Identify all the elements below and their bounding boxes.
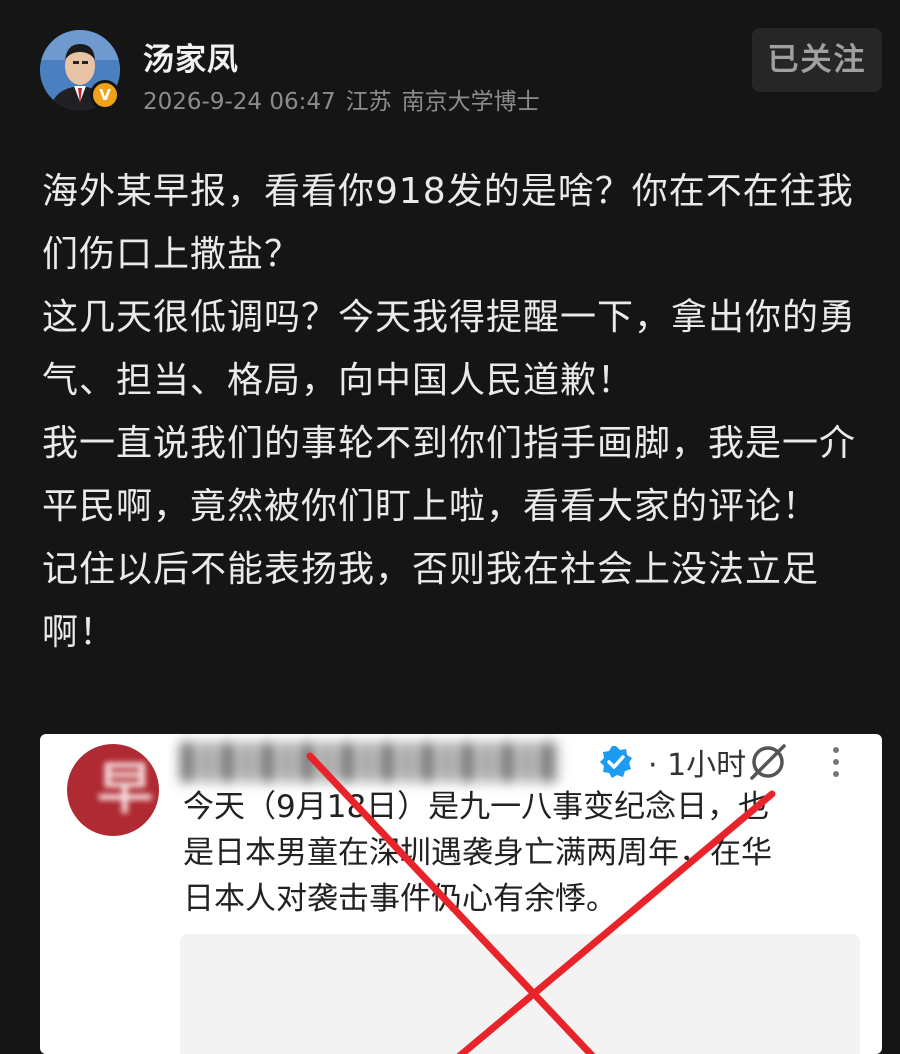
quoted-avatar: 早 (67, 744, 159, 836)
post-meta: 2026-9-24 06:47 江苏 南京大学博士 (143, 82, 550, 116)
quoted-avatar-glyph: 早 (97, 757, 153, 822)
verified-check-icon (600, 746, 632, 778)
follow-button[interactable]: 已关注 (752, 28, 882, 92)
quoted-time: · 1小时 (648, 748, 747, 783)
quoted-media (180, 934, 860, 1054)
post-paragraph: 这几天很低调吗？今天我得提醒一下，拿出你的勇气、担当、格局，向中国人民道歉！ (42, 297, 857, 401)
more-vertical-icon[interactable] (824, 740, 848, 784)
post-body: 海外某早报，看看你918发的是啥？你在不在往我们伤口上撒盐？ 这几天很低调吗？今… (42, 160, 868, 664)
post-paragraph: 我一直说我们的事轮不到你们指手画脚，我是一介平民啊，竟然被你们盯上啦，看看大家的… (42, 423, 857, 527)
verified-badge: V (90, 80, 120, 110)
author-name[interactable]: 汤家凤 (143, 34, 239, 79)
post-header: V 汤家凤 2026-9-24 06:47 江苏 南京大学博士 已关注 (0, 0, 900, 140)
grok-icon[interactable] (748, 742, 788, 782)
quoted-text-line: 日本人对袭击事件仍心有余悸。 (183, 881, 617, 917)
quoted-screenshot[interactable]: 早 · 1小时 今天（9月18日）是九一八事变纪念日，也 是日本男童在深圳遇袭身… (40, 734, 882, 1054)
post-paragraph: 记住以后不能表扬我，否则我在社会上没法立足啊！ (42, 549, 820, 653)
post-paragraph: 海外某早报，看看你918发的是啥？你在不在往我们伤口上撒盐？ (42, 171, 854, 275)
author-credential: 南京大学博士 (401, 89, 540, 115)
quoted-name-redacted (180, 742, 560, 782)
post-location: 江苏 (345, 89, 392, 115)
post-timestamp: 2026-9-24 06:47 (143, 89, 336, 115)
quoted-text: 今天（9月18日）是九一八事变纪念日，也 是日本男童在深圳遇袭身亡满两周年，在华… (183, 784, 853, 922)
quoted-text-line: 今天（9月18日）是九一八事变纪念日，也 (183, 789, 770, 825)
quoted-text-line: 是日本男童在深圳遇袭身亡满两周年，在华 (183, 835, 772, 871)
